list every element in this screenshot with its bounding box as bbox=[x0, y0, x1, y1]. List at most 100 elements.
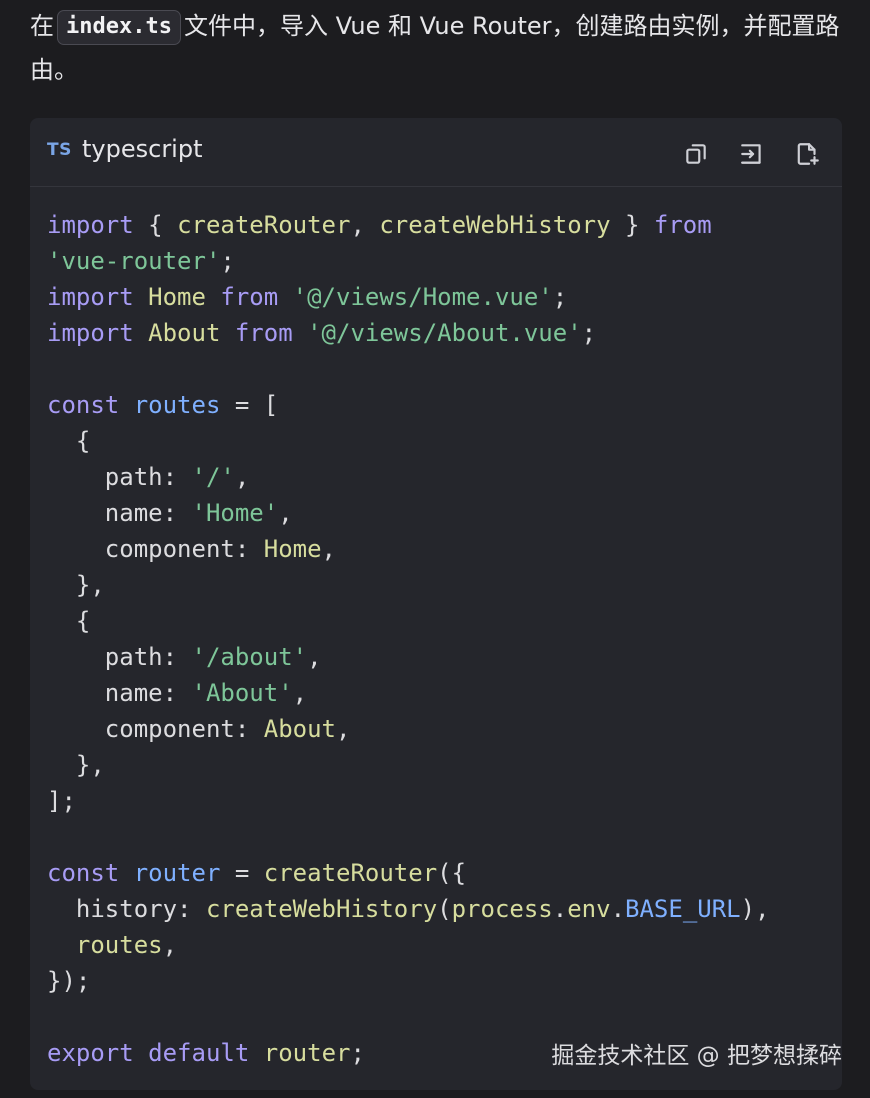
code-token: About bbox=[148, 319, 221, 347]
code-token: history bbox=[47, 895, 178, 923]
code-token: name bbox=[47, 499, 163, 527]
code-token: export bbox=[47, 1039, 134, 1067]
code-token: createRouter bbox=[263, 859, 438, 887]
code-token: '@/views/About.vue' bbox=[307, 319, 582, 347]
code-line: ]; bbox=[47, 783, 832, 819]
code-token: ), bbox=[740, 895, 770, 923]
code-line: name: 'About', bbox=[47, 675, 832, 711]
code-line: { bbox=[47, 423, 832, 459]
code-line: path: '/', bbox=[47, 459, 832, 495]
typescript-icon: TS bbox=[47, 140, 72, 160]
code-token: '/' bbox=[191, 463, 235, 491]
code-line: import Home from '@/views/Home.vue'; bbox=[47, 279, 832, 315]
code-token: import bbox=[47, 211, 134, 239]
code-token: ]; bbox=[47, 787, 76, 815]
code-token: routes bbox=[133, 391, 221, 419]
copy-button[interactable] bbox=[682, 140, 710, 168]
code-line: component: Home, bbox=[47, 531, 832, 567]
code-token: createWebHistory bbox=[205, 895, 438, 923]
code-token: ; bbox=[552, 283, 568, 311]
code-line: name: 'Home', bbox=[47, 495, 832, 531]
code-line: import About from '@/views/About.vue'; bbox=[47, 315, 832, 351]
code-language-label: typescript bbox=[82, 135, 203, 163]
code-line: component: About, bbox=[47, 711, 832, 747]
code-token: : bbox=[162, 463, 192, 491]
code-token: : bbox=[162, 499, 192, 527]
code-token: '/about' bbox=[191, 643, 308, 671]
code-token: const bbox=[47, 859, 120, 887]
code-token: from bbox=[220, 283, 279, 311]
code-token: About bbox=[263, 715, 336, 743]
code-token: createWebHistory bbox=[379, 211, 611, 239]
code-line: { bbox=[47, 603, 832, 639]
code-line: history: createWebHistory(process.env.BA… bbox=[47, 891, 832, 927]
code-token: router bbox=[263, 1039, 351, 1067]
new-file-icon bbox=[797, 143, 819, 165]
code-token: }, bbox=[47, 751, 105, 779]
code-token: : bbox=[162, 643, 192, 671]
code-block-header: TS typescript bbox=[30, 118, 842, 187]
code-token: const bbox=[47, 391, 120, 419]
code-content[interactable]: import { createRouter, createWebHistory … bbox=[47, 207, 832, 1071]
code-token: router bbox=[133, 859, 221, 887]
code-token: ; bbox=[350, 1039, 365, 1067]
code-token: , bbox=[350, 211, 380, 239]
code-token: 'vue-router' bbox=[47, 247, 221, 275]
code-token: component bbox=[47, 535, 235, 563]
code-token: component bbox=[47, 715, 235, 743]
intro-paragraph: 在 index.ts 文件中，导入 Vue 和 Vue Router，创建路由实例，… bbox=[30, 4, 842, 92]
code-line: }); bbox=[47, 963, 832, 999]
code-token: = bbox=[220, 859, 264, 887]
code-token: { bbox=[47, 607, 91, 635]
code-token: import bbox=[47, 319, 134, 347]
code-token: Home bbox=[263, 535, 322, 563]
code-token: , bbox=[292, 679, 308, 707]
copy-icon bbox=[686, 144, 706, 164]
code-token: import bbox=[47, 283, 134, 311]
code-token: '@/views/Home.vue' bbox=[292, 283, 553, 311]
code-token: , bbox=[321, 535, 336, 563]
intro-text-before: 在 bbox=[30, 12, 54, 40]
code-token: , bbox=[307, 643, 322, 671]
code-token: }, bbox=[47, 571, 105, 599]
code-token: env bbox=[567, 895, 611, 923]
code-line: routes, bbox=[47, 927, 832, 963]
code-token: process bbox=[451, 895, 553, 923]
inline-code-filename: index.ts bbox=[57, 10, 181, 45]
code-token: createRouter bbox=[177, 211, 351, 239]
insert-code-button[interactable] bbox=[738, 140, 766, 168]
code-token: = [ bbox=[220, 391, 279, 419]
code-token: , bbox=[234, 463, 250, 491]
code-token: name bbox=[47, 679, 163, 707]
code-line: path: '/about', bbox=[47, 639, 832, 675]
code-line: 'vue-router'; bbox=[47, 243, 832, 279]
code-token: }); bbox=[47, 967, 91, 995]
code-token: : bbox=[234, 535, 264, 563]
code-token: BASE_URL bbox=[625, 895, 741, 923]
code-token: : bbox=[234, 715, 264, 743]
code-token: path bbox=[47, 643, 163, 671]
watermark: 掘金技术社区 @ 把梦想揉碎 bbox=[551, 1043, 842, 1069]
code-token: , bbox=[278, 499, 293, 527]
insert-code-icon bbox=[741, 144, 761, 164]
code-token: routes bbox=[47, 931, 163, 959]
code-token: . bbox=[552, 895, 568, 923]
code-token: 'About' bbox=[191, 679, 293, 707]
code-token: : bbox=[177, 895, 206, 923]
code-token: { bbox=[47, 427, 91, 455]
code-token: path bbox=[47, 463, 163, 491]
new-file-button[interactable] bbox=[794, 140, 822, 168]
code-line: const router = createRouter({ bbox=[47, 855, 832, 891]
code-token: ( bbox=[437, 895, 452, 923]
code-token: ({ bbox=[437, 859, 467, 887]
